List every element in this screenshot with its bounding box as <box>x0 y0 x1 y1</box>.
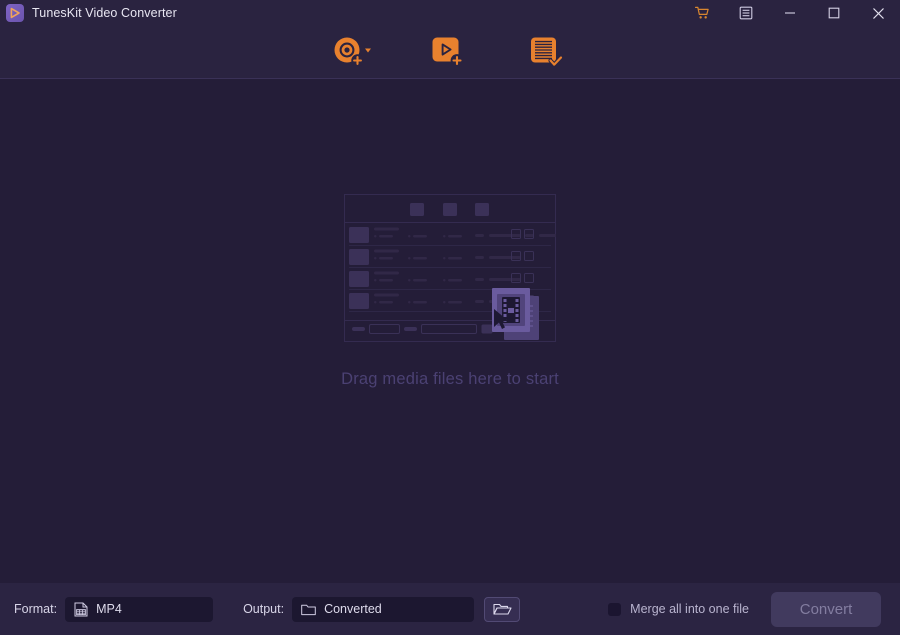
app-window: TunesKit Video Converter Drag media file… <box>0 0 900 635</box>
output-value: Converted <box>324 602 382 616</box>
menu-button[interactable] <box>724 0 768 26</box>
open-folder-icon <box>493 602 512 616</box>
document-check-icon <box>528 35 566 69</box>
convert-button[interactable]: Convert <box>771 591 881 627</box>
title-bar: TunesKit Video Converter <box>0 0 900 26</box>
merge-checkbox[interactable] <box>608 602 622 616</box>
window-title: TunesKit Video Converter <box>32 6 177 20</box>
task-list-button[interactable] <box>520 30 574 74</box>
format-label: Format: <box>14 602 58 616</box>
empty-state: Drag media files here to start <box>0 194 900 389</box>
close-button[interactable] <box>856 0 900 26</box>
minimize-button[interactable] <box>768 0 812 26</box>
placeholder-illustration <box>344 194 556 342</box>
merge-label: Merge all into one file <box>630 602 749 616</box>
disc-add-icon <box>330 35 376 69</box>
media-drop-area[interactable]: Drag media files here to start <box>0 79 900 583</box>
close-icon <box>872 7 885 20</box>
browse-folder-button[interactable] <box>484 596 521 622</box>
add-video-button[interactable] <box>423 30 477 74</box>
add-disc-button[interactable] <box>326 30 380 74</box>
main-toolbar <box>0 26 900 79</box>
format-value: MP4 <box>96 602 122 616</box>
output-path-field[interactable]: Converted <box>292 596 475 622</box>
output-label: Output: <box>243 602 285 616</box>
drag-hint-text: Drag media files here to start <box>341 370 559 388</box>
folder-icon <box>301 603 316 616</box>
video-add-icon <box>430 35 470 69</box>
video-file-icon <box>74 602 88 617</box>
merge-option[interactable]: Merge all into one file <box>608 602 749 616</box>
app-logo-icon <box>6 4 24 22</box>
bottom-bar: Format: MP4 Output: Converted Merge all … <box>0 583 900 635</box>
minimize-icon <box>784 7 796 19</box>
maximize-button[interactable] <box>812 0 856 26</box>
format-select[interactable]: MP4 <box>65 596 214 622</box>
shopping-cart-icon <box>694 6 710 20</box>
cart-button[interactable] <box>680 0 724 26</box>
hamburger-menu-icon <box>739 6 753 20</box>
maximize-icon <box>828 7 840 19</box>
